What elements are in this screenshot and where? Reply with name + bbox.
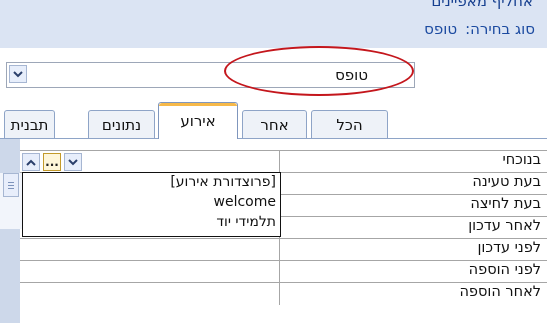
property-sheet-header: אחליף מאפיינים סוג בחירה: טופס bbox=[0, 0, 547, 48]
tab-event[interactable]: אירוע bbox=[158, 102, 238, 139]
property-name: בעת לחיצה bbox=[470, 196, 541, 212]
property-value-editor: ... bbox=[20, 151, 279, 173]
list-item[interactable]: [פרוצדורת אירוע] bbox=[170, 174, 276, 194]
tab-format[interactable]: תבנית bbox=[4, 110, 55, 138]
chevron-down-icon[interactable] bbox=[9, 65, 27, 83]
property-grid-area: ... בנוכחי בעת טעינה בעת לחיצה לאחר עדכו… bbox=[0, 139, 547, 323]
property-row-beforeupdate[interactable]: לפני עדכון bbox=[20, 238, 547, 261]
scroll-thumb[interactable] bbox=[3, 173, 19, 197]
tab-other[interactable]: אחר bbox=[242, 110, 307, 138]
tab-data[interactable]: נתונים bbox=[88, 110, 155, 138]
property-name: בעת טעינה bbox=[472, 174, 541, 190]
property-name: בנוכחי bbox=[502, 152, 541, 168]
property-name: לפני הוספה bbox=[468, 262, 541, 278]
property-name: לפני עדכון bbox=[477, 240, 541, 256]
builder-button[interactable]: ... bbox=[43, 153, 61, 171]
list-scrollbar[interactable] bbox=[0, 173, 23, 229]
selection-type-line: סוג בחירה: טופס bbox=[424, 20, 535, 38]
property-row-beforeinsert[interactable]: לפני הוספה bbox=[20, 260, 547, 283]
column-divider bbox=[279, 283, 280, 305]
selection-type-label: סוג בחירה: bbox=[465, 20, 535, 38]
left-gutter bbox=[0, 139, 20, 323]
property-name: לאחר הוספה bbox=[459, 284, 541, 300]
highlight-ellipse bbox=[224, 46, 414, 96]
list-item[interactable]: welcome bbox=[214, 194, 276, 214]
column-divider bbox=[279, 239, 280, 261]
column-divider bbox=[279, 261, 280, 283]
property-name: לאחר עדכון bbox=[468, 218, 541, 234]
column-divider bbox=[279, 151, 280, 173]
event-dropdown-list[interactable]: [פרוצדורת אירוע] welcome תלמידי יוד bbox=[22, 172, 281, 237]
property-tabs: תבנית נתונים אירוע אחר הכל bbox=[0, 100, 547, 140]
chevron-up-icon[interactable] bbox=[22, 153, 40, 171]
property-sheet-title: אחליף מאפיינים bbox=[431, 0, 533, 10]
list-item[interactable]: תלמידי יוד bbox=[216, 214, 276, 234]
property-row-afterinsert[interactable]: לאחר הוספה bbox=[20, 282, 547, 305]
property-row-oncurrent[interactable]: ... בנוכחי bbox=[20, 150, 547, 173]
tab-all[interactable]: הכל bbox=[311, 110, 388, 138]
selection-type-value: טופס bbox=[424, 20, 458, 38]
chevron-down-icon[interactable] bbox=[64, 153, 82, 171]
